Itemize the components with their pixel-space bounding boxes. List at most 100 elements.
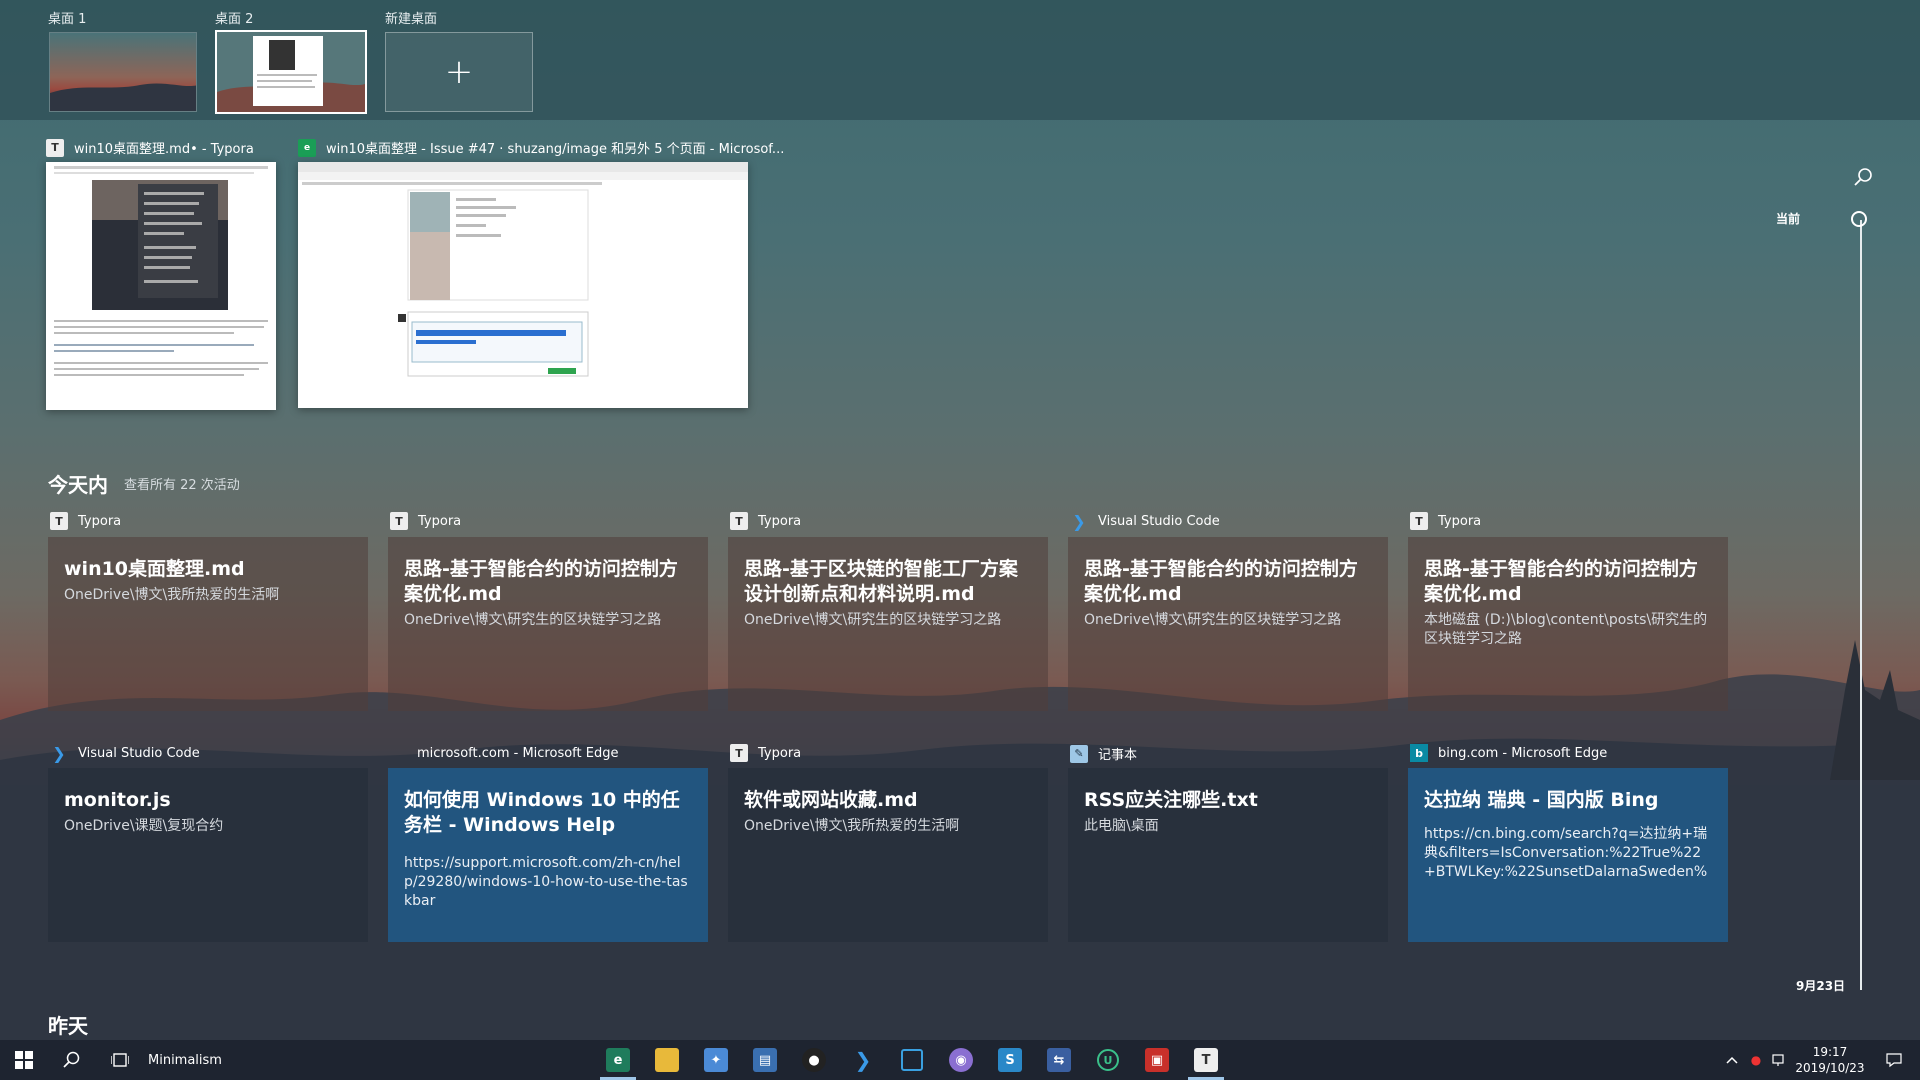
cortana-label[interactable]: Minimalism (148, 1040, 228, 1080)
edge-dev-icon: e (606, 1048, 630, 1072)
window-title-typora[interactable]: T win10桌面整理.md• - Typora (46, 138, 254, 157)
taskbar-app-11[interactable]: U (1086, 1040, 1130, 1080)
typora-icon: T (730, 744, 748, 762)
activity-card[interactable]: 达拉纳 瑞典 - 国内版 Bing https://cn.bing.com/se… (1408, 768, 1728, 942)
taskbar-app-9[interactable]: S (988, 1040, 1032, 1080)
chevron-up-icon (1726, 1056, 1738, 1064)
activity-path: OneDrive\博文\我所热爱的生活啊 (744, 818, 960, 834)
taskbar-vscode[interactable]: ❯ (841, 1040, 885, 1080)
activity-card[interactable]: 思路-基于区块链的智能工厂方案设计创新点和材料说明.md OneDrive\博文… (728, 537, 1048, 711)
taskbar-app-3[interactable]: ✦ (694, 1040, 738, 1080)
clock-date: 2019/10/23 (1795, 1061, 1865, 1075)
window-thumbnail-typora[interactable] (46, 162, 276, 410)
desktop-2-label: 桌面 2 (215, 12, 254, 27)
activity-card[interactable]: 思路-基于智能合约的访问控制方案优化.md OneDrive\博文\研究生的区块… (388, 537, 708, 711)
activity-path: OneDrive\博文\我所热爱的生活啊 (64, 587, 280, 603)
activity-card[interactable]: 软件或网站收藏.md OneDrive\博文\我所热爱的生活啊 (728, 768, 1048, 942)
task-view-icon (111, 1053, 129, 1067)
activity-title: 软件或网站收藏.md (744, 789, 918, 811)
taskbar-qq[interactable]: ● (792, 1040, 836, 1080)
store-icon: ▤ (753, 1048, 777, 1072)
typora-icon: T (1410, 512, 1428, 530)
remote-desktop-icon: ⇆ (1047, 1048, 1071, 1072)
desktop-1-thumbnail[interactable] (49, 32, 197, 112)
taskbar-app-8[interactable]: ◉ (939, 1040, 983, 1080)
taskbar-app-7[interactable] (890, 1040, 934, 1080)
taskbar-app-12[interactable]: ▣ (1135, 1040, 1179, 1080)
see-all-activities-link[interactable]: 查看所有 22 次活动 (124, 474, 240, 493)
activity-path: https://support.microsoft.com/zh-cn/help… (404, 855, 688, 909)
clock-time: 19:17 (1812, 1045, 1848, 1059)
timeline-date-label[interactable]: 9月23日 (1796, 977, 1845, 994)
timeline-search-icon[interactable] (1852, 166, 1874, 188)
activity-path: 此电脑\桌面 (1084, 818, 1159, 834)
activity-app-label: T Typora (730, 512, 801, 530)
activity-path: OneDrive\博文\研究生的区块链学习之路 (744, 612, 1002, 628)
taskbar-app-10[interactable]: ⇆ (1037, 1040, 1081, 1080)
timeline-scrollbar[interactable] (1860, 220, 1862, 990)
desktop-1-label: 桌面 1 (48, 12, 87, 27)
timeline-current-marker[interactable] (1851, 211, 1867, 227)
typora-icon: T (730, 512, 748, 530)
show-hidden-icons-button[interactable] (1720, 1040, 1744, 1080)
activity-path: OneDrive\博文\研究生的区块链学习之路 (1084, 612, 1342, 628)
window-title-edge[interactable]: e win10桌面整理 - Issue #47 · shuzang/image … (298, 138, 784, 157)
yesterday-heading: 昨天 (48, 1014, 88, 1038)
feather-icon: ✦ (704, 1048, 728, 1072)
today-heading: 今天内 (48, 473, 108, 497)
activity-title: win10桌面整理.md (64, 558, 245, 580)
activity-title: 达拉纳 瑞典 - 国内版 Bing (1424, 789, 1659, 811)
activity-card[interactable]: monitor.js OneDrive\课题\复现合约 (48, 768, 368, 942)
typora-icon: T (1194, 1048, 1218, 1072)
screenshot-app-icon (901, 1049, 923, 1071)
activity-title: 如何使用 Windows 10 中的任务栏 - Windows Help (404, 789, 680, 836)
activity-title: 思路-基于区块链的智能工厂方案设计创新点和材料说明.md (744, 558, 1018, 605)
new-desktop-button[interactable]: + (385, 32, 533, 112)
activity-title: 思路-基于智能合约的访问控制方案优化.md (1084, 558, 1358, 605)
folder-icon (655, 1048, 679, 1072)
desktop-2-thumbnail[interactable] (215, 30, 367, 114)
task-view-button[interactable] (96, 1040, 144, 1080)
activity-card[interactable]: 思路-基于智能合约的访问控制方案优化.md OneDrive\博文\研究生的区块… (1068, 537, 1388, 711)
notification-icon (1886, 1053, 1902, 1068)
typora-icon: T (46, 138, 64, 157)
activity-path: OneDrive\博文\研究生的区块链学习之路 (404, 612, 662, 628)
tray-network[interactable] (1768, 1040, 1792, 1080)
activity-title: 思路-基于智能合约的访问控制方案优化.md (404, 558, 678, 605)
taskbar-store[interactable]: ▤ (743, 1040, 787, 1080)
activity-app-label: ✎ 记事本 (1070, 744, 1137, 763)
activity-card[interactable]: 如何使用 Windows 10 中的任务栏 - Windows Help htt… (388, 768, 708, 942)
activity-path: 本地磁盘 (D:)\blog\content\posts\研究生的区块链学习之路 (1424, 612, 1708, 647)
activity-title: 思路-基于智能合约的访问控制方案优化.md (1424, 558, 1698, 605)
timeline-current-label: 当前 (1776, 212, 1801, 226)
taskbar-edge-dev[interactable]: e (596, 1040, 640, 1080)
window-thumbnail-edge[interactable] (298, 162, 748, 408)
network-icon (1772, 1054, 1784, 1066)
taskbar-file-explorer[interactable] (645, 1040, 689, 1080)
action-center-button[interactable] (1872, 1040, 1916, 1080)
vscode-icon: ❯ (1072, 511, 1086, 531)
activity-card[interactable]: win10桌面整理.md OneDrive\博文\我所热爱的生活啊 (48, 537, 368, 711)
activity-app-label: ❯ Visual Studio Code (1070, 511, 1219, 531)
typora-icon: T (50, 512, 68, 530)
vscode-icon: ❯ (52, 743, 66, 763)
windows-logo-icon (15, 1051, 33, 1069)
activity-title: RSS应关注哪些.txt (1084, 789, 1258, 811)
activity-app-label: T Typora (50, 512, 121, 530)
window-title-text: win10桌面整理 - Issue #47 · shuzang/image 和另… (326, 142, 785, 157)
notepad-icon: ✎ (1070, 744, 1088, 763)
activity-app-label: ❯ Visual Studio Code (50, 743, 199, 763)
activity-app-label: T Typora (730, 744, 801, 762)
activity-app-label: T Typora (390, 512, 461, 530)
activity-path: https://cn.bing.com/search?q=达拉纳+瑞典&filt… (1424, 826, 1708, 880)
vscode-icon: ❯ (854, 1048, 872, 1072)
new-desktop-label: 新建桌面 (385, 12, 438, 27)
taskbar-clock[interactable]: 19:17 2019/10/23 (1792, 1040, 1868, 1080)
typora-icon: T (390, 512, 408, 530)
tray-qq[interactable]: ● (1744, 1040, 1768, 1080)
start-button[interactable] (0, 1040, 48, 1080)
activity-card[interactable]: RSS应关注哪些.txt 此电脑\桌面 (1068, 768, 1388, 942)
taskbar-typora[interactable]: T (1184, 1040, 1228, 1080)
activity-card[interactable]: 思路-基于智能合约的访问控制方案优化.md 本地磁盘 (D:)\blog\con… (1408, 537, 1728, 711)
taskbar-search-button[interactable] (48, 1040, 96, 1080)
